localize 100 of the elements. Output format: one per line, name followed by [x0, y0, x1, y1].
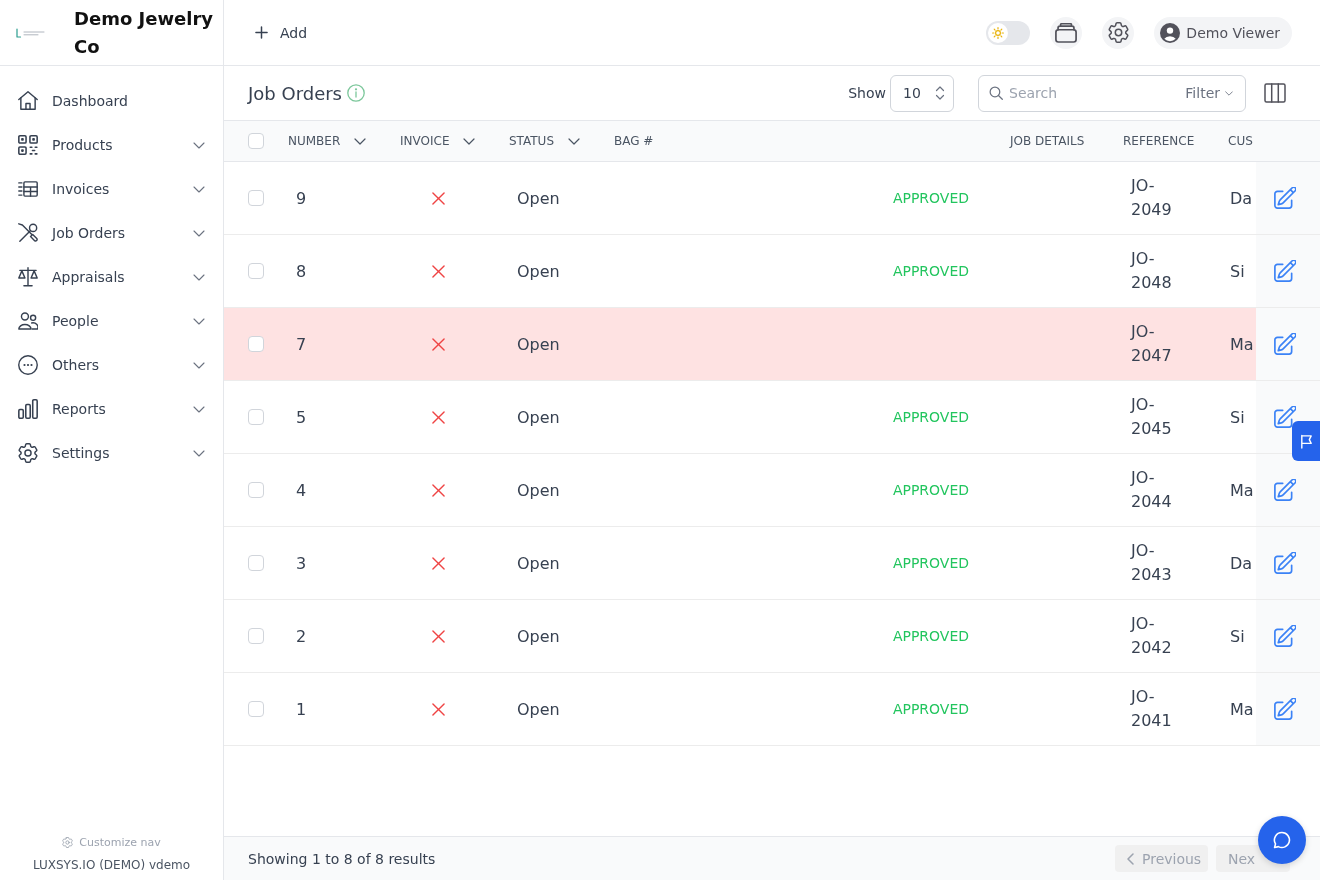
nav-item[interactable]: People	[0, 299, 223, 343]
settings-icon	[62, 837, 74, 848]
settings-button[interactable]	[1102, 16, 1135, 49]
table-cell: Ma	[1230, 699, 1254, 719]
table-cell: 8	[296, 261, 307, 281]
table-cell: Open	[517, 407, 560, 427]
edit-icon[interactable]	[1274, 187, 1296, 209]
feedback-button[interactable]	[1292, 421, 1320, 461]
table-cell: Da	[1230, 553, 1253, 573]
table-cell: 2	[296, 626, 307, 646]
search-field[interactable]: Search Filter	[978, 74, 1246, 112]
row-checkbox[interactable]	[248, 190, 264, 206]
column-header: REFERENCE	[1123, 134, 1195, 148]
select-all-checkbox[interactable]	[248, 133, 264, 149]
column-header: JOB DETAILS	[1010, 134, 1085, 148]
status-label: APPROVED	[892, 555, 970, 571]
nav-item[interactable]: Products	[0, 123, 223, 167]
table-cell-text: JO-2044	[1131, 467, 1173, 513]
table-cell: Open	[517, 626, 560, 646]
status-label: APPROVED	[892, 482, 970, 498]
chat-button[interactable]	[1258, 816, 1306, 864]
row-checkbox[interactable]	[248, 263, 264, 279]
nav-item[interactable]: Job Orders	[0, 211, 223, 255]
nav-item[interactable]: Appraisals	[0, 255, 223, 299]
user-avatar-icon	[1160, 22, 1181, 43]
table-cell-text: JO-2043	[1131, 540, 1173, 586]
nav-item[interactable]: Invoices	[0, 167, 223, 211]
edit-icon[interactable]	[1274, 698, 1296, 720]
chevron-left-icon	[1127, 852, 1134, 865]
column-header: BAG #	[614, 134, 654, 148]
show-label: Show	[848, 85, 886, 101]
column-header[interactable]: NUMBER	[288, 134, 367, 148]
table-cell: 3	[296, 553, 307, 573]
table-cell: 5	[296, 407, 307, 427]
table-cell-text: JO-2049	[1131, 175, 1173, 221]
user-menu-button[interactable]: Demo Viewer	[1154, 16, 1292, 49]
row-checkbox[interactable]	[248, 555, 264, 571]
nav-item[interactable]: Others	[0, 343, 223, 387]
table-cell: Open	[517, 188, 560, 208]
chevron-down-icon	[1225, 90, 1233, 96]
table-cell: Ma	[1230, 480, 1254, 500]
table-cell: Open	[517, 261, 560, 281]
page-title: Job Orders	[248, 82, 342, 104]
table-cell: Open	[517, 699, 560, 719]
home-icon	[18, 91, 38, 111]
table-cell: 1	[296, 699, 307, 719]
edit-icon[interactable]	[1274, 552, 1296, 574]
flag-icon	[1299, 433, 1313, 449]
edit-icon[interactable]	[1274, 406, 1296, 428]
table-cell: Si	[1230, 261, 1245, 281]
table-cell: Da	[1230, 188, 1253, 208]
settings-icon	[18, 443, 38, 463]
chat-icon	[1272, 830, 1292, 850]
edit-icon[interactable]	[1274, 625, 1296, 647]
row-checkbox[interactable]	[248, 409, 264, 425]
nav-item[interactable]: Dashboard	[0, 79, 223, 123]
table-cell-text: JO-2048	[1131, 248, 1173, 294]
edit-icon[interactable]	[1274, 260, 1296, 282]
table-cell: Open	[517, 553, 560, 573]
tools-icon	[18, 223, 38, 243]
column-header[interactable]: INVOICE	[400, 134, 476, 148]
status-label: APPROVED	[892, 409, 970, 425]
search-icon	[989, 86, 1003, 100]
status-label: APPROVED	[892, 190, 970, 206]
status-label: APPROVED	[892, 263, 970, 279]
row-checkbox[interactable]	[248, 628, 264, 644]
row-checkbox[interactable]	[248, 701, 264, 717]
status-label: APPROVED	[892, 628, 970, 644]
edit-icon[interactable]	[1274, 479, 1296, 501]
settings-icon	[1107, 22, 1129, 43]
table-cell-text: JO-2047	[1131, 321, 1173, 367]
table-cell-text: JO-2042	[1131, 613, 1173, 659]
scale-icon	[18, 267, 38, 287]
stack-icon	[1055, 22, 1078, 43]
account-label: LUXSYS.IO (DEMO) vdemo	[32, 858, 191, 872]
row-checkbox[interactable]	[248, 482, 264, 498]
status-label: APPROVED	[892, 701, 970, 717]
table-cell: 7	[296, 334, 307, 354]
table-cell: Ma	[1230, 334, 1254, 354]
table-cell: Open	[517, 334, 560, 354]
theme-toggle[interactable]	[986, 20, 1031, 45]
ellipsis-icon	[18, 355, 38, 375]
filter-button[interactable]: Filter	[1185, 85, 1233, 101]
row-checkbox[interactable]	[248, 336, 264, 352]
table-cell-text: JO-2045	[1131, 394, 1173, 440]
nav-item[interactable]: Reports	[0, 387, 223, 431]
column-header[interactable]: STATUS	[509, 134, 581, 148]
nav-item[interactable]: Settings	[0, 431, 223, 475]
company-name: Demo Jewelry Co	[74, 6, 215, 59]
add-button[interactable]: Add	[255, 24, 308, 41]
sun-icon	[988, 22, 1009, 43]
page-size-select[interactable]: 10	[890, 74, 954, 112]
updown-chevron-icon	[935, 85, 945, 101]
info-icon	[347, 84, 365, 102]
table-cell-text: JO-2041	[1131, 686, 1173, 732]
table-cell: 4	[296, 480, 307, 500]
edit-icon[interactable]	[1274, 333, 1296, 355]
columns-icon[interactable]	[1264, 83, 1286, 103]
table-cell: Open	[517, 480, 560, 500]
stack-button[interactable]	[1050, 16, 1083, 49]
